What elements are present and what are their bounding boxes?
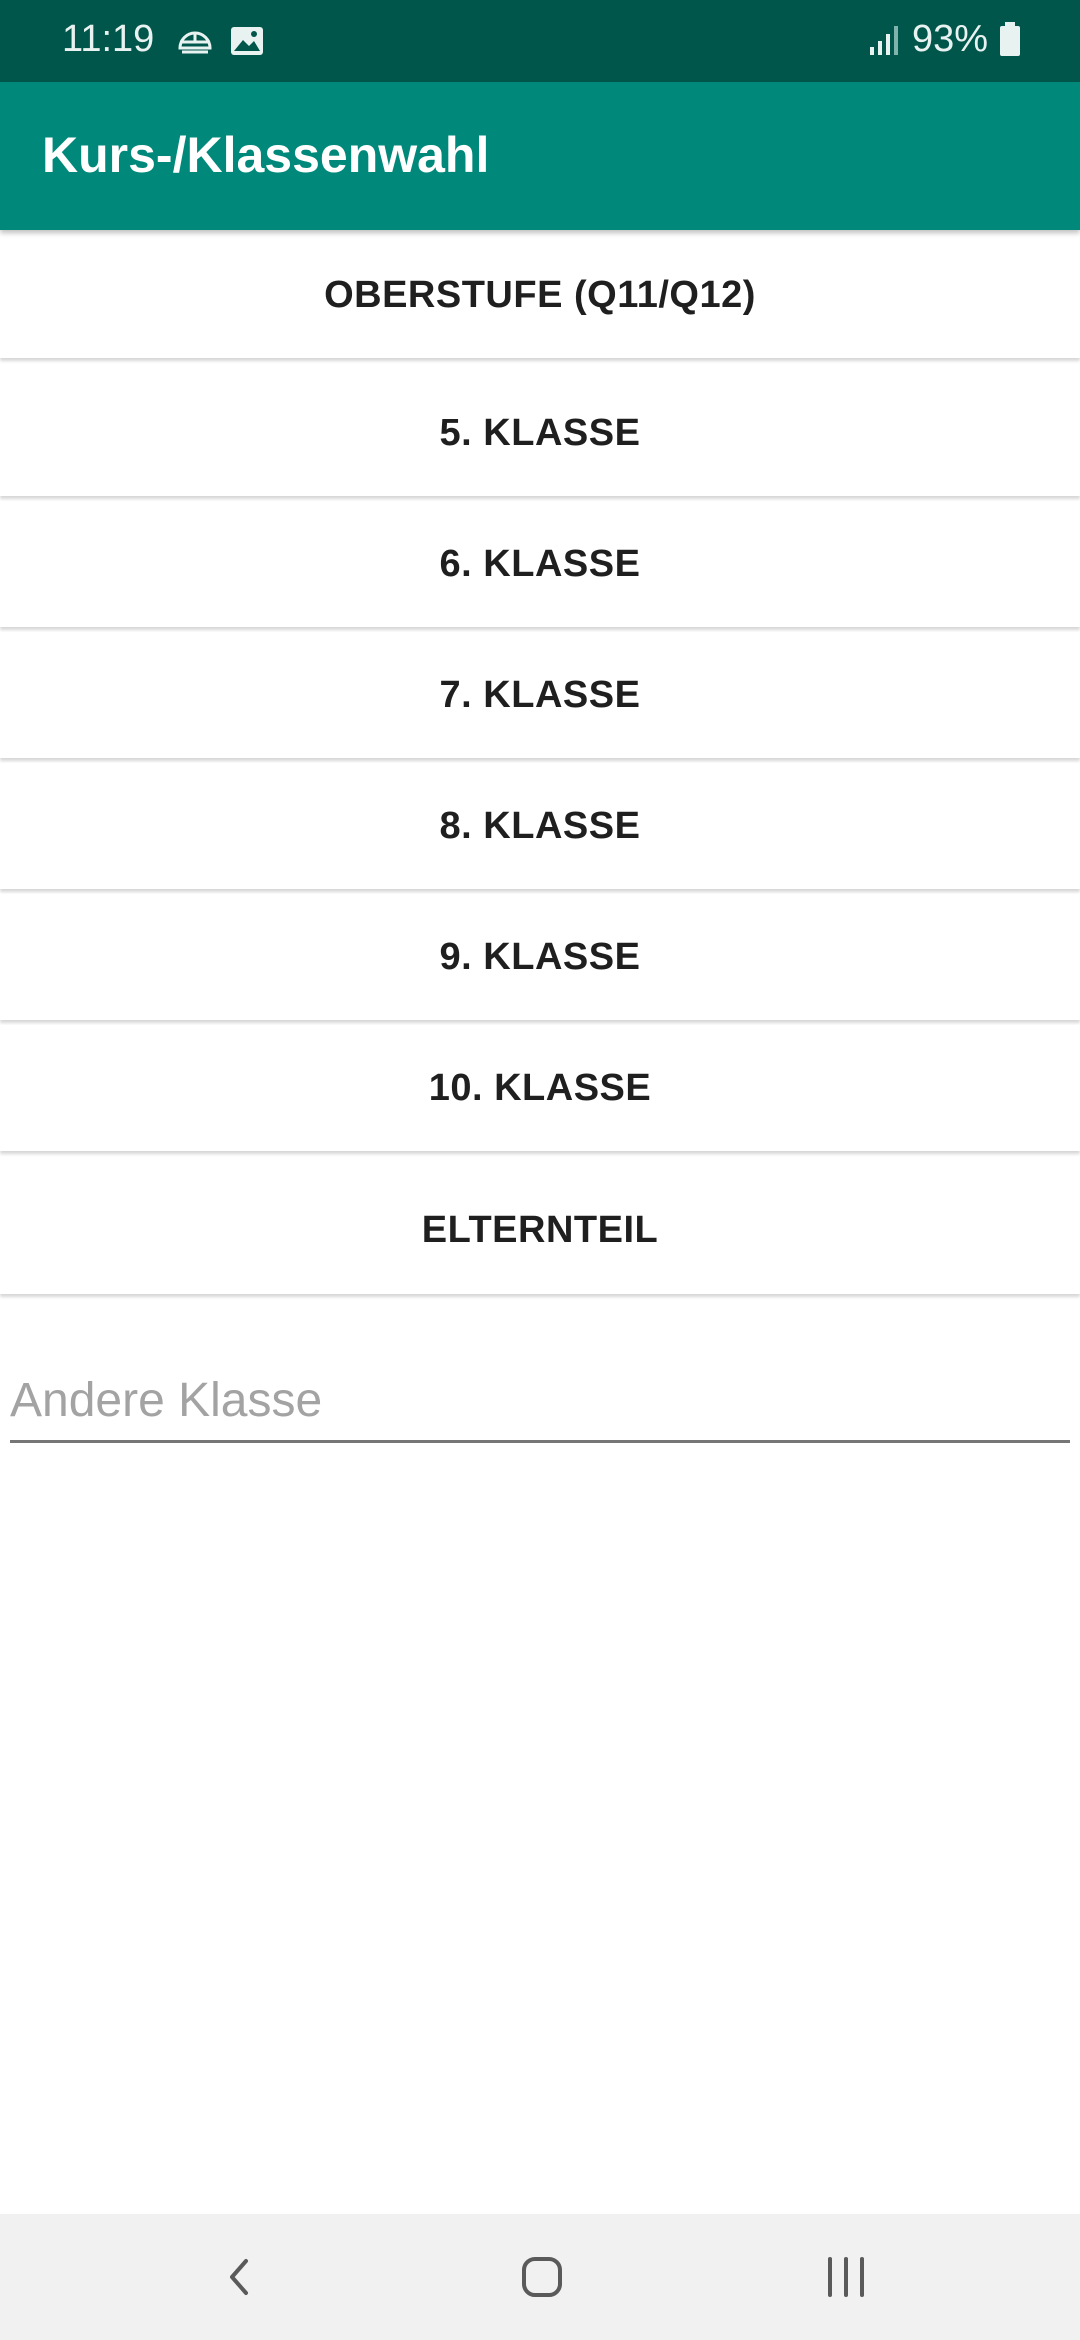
home-icon[interactable] [512, 2247, 572, 2307]
app-bar: Kurs-/Klassenwahl [0, 82, 1080, 230]
status-bar: 11:19 93% [0, 0, 1080, 82]
option-klasse-9-button[interactable]: 9. KLASSE [0, 894, 1080, 1020]
battery-icon [1000, 21, 1020, 56]
option-label: OBERSTUFE (Q11/Q12) [324, 273, 756, 316]
status-right: 93% [868, 18, 1022, 61]
option-label: 5. KLASSE [439, 411, 641, 454]
option-klasse-5-button[interactable]: 5. KLASSE [0, 370, 1080, 496]
option-klasse-10-button[interactable]: 10. KLASSE [0, 1025, 1080, 1151]
other-class-input[interactable] [10, 1360, 1070, 1443]
cloud-sync-icon [178, 31, 212, 54]
option-label: 6. KLASSE [439, 542, 641, 585]
back-icon[interactable] [210, 2247, 270, 2307]
recents-icon[interactable] [816, 2247, 876, 2307]
option-label: 9. KLASSE [439, 935, 641, 978]
option-oberstufe-button[interactable]: OBERSTUFE (Q11/Q12) [0, 232, 1080, 358]
option-klasse-6-button[interactable]: 6. KLASSE [0, 501, 1080, 627]
option-label: 10. KLASSE [428, 1066, 652, 1109]
option-label: ELTERNTEIL [421, 1208, 659, 1251]
navigation-bar [0, 2214, 1080, 2340]
signal-icon [869, 25, 898, 55]
page-title: Kurs-/Klassenwahl [42, 127, 490, 183]
status-time: 11:19 [62, 18, 155, 60]
option-label: 8. KLASSE [439, 804, 641, 847]
option-klasse-8-button[interactable]: 8. KLASSE [0, 763, 1080, 889]
gallery-icon [231, 27, 263, 55]
option-elternteil-button[interactable]: ELTERNTEIL [0, 1166, 1080, 1294]
option-klasse-7-button[interactable]: 7. KLASSE [0, 632, 1080, 758]
screen: 11:19 93% Kurs-/Klassenwahl OBERSTUFE (Q… [0, 0, 1080, 2340]
option-label: 7. KLASSE [439, 673, 641, 716]
battery-percent: 93% [911, 18, 988, 60]
